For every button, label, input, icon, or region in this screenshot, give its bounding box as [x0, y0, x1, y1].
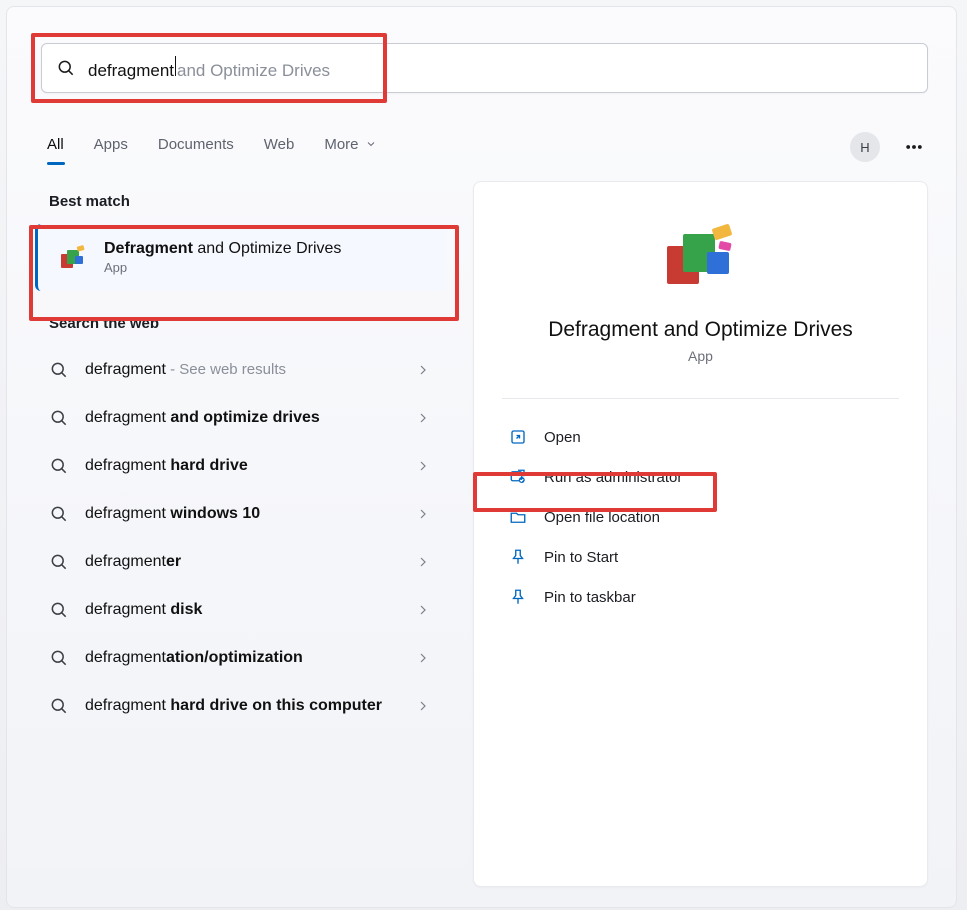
search-icon	[49, 504, 69, 524]
action-label: Pin to taskbar	[544, 589, 636, 606]
best-match-result[interactable]: Defragment and Optimize Drives App	[35, 224, 447, 291]
ellipsis-icon	[904, 137, 924, 157]
filter-tab-more[interactable]: More	[324, 136, 376, 159]
best-match-title: Defragment and Optimize Drives	[104, 240, 341, 258]
filter-tab-all[interactable]: All	[47, 136, 64, 159]
web-result-item[interactable]: defragment windows 10	[31, 490, 449, 538]
web-result-label: defragment - See web results	[85, 361, 399, 379]
filter-tab-apps[interactable]: Apps	[94, 136, 128, 159]
search-ghost-text: and Optimize Drives	[177, 61, 330, 81]
action-list: Open Run as administrator Open file loca…	[502, 417, 899, 617]
app-icon	[56, 241, 90, 275]
filter-tab-web[interactable]: Web	[264, 136, 295, 159]
search-flyout: defragment and Optimize Drives All Apps …	[6, 6, 957, 908]
best-match-title-rest: and Optimize Drives	[193, 240, 342, 257]
action-pin-start[interactable]: Pin to Start	[502, 537, 899, 577]
folder-icon	[508, 507, 528, 527]
defrag-app-icon	[57, 242, 89, 274]
pin-icon	[508, 547, 528, 567]
web-result-item[interactable]: defragment - See web results	[31, 346, 449, 394]
best-match-heading: Best match	[49, 193, 449, 210]
filter-tab-label: Apps	[94, 136, 128, 153]
web-result-label: defragment disk	[85, 601, 399, 619]
chevron-right-icon	[415, 458, 431, 474]
web-result-item[interactable]: defragment disk	[31, 586, 449, 634]
filter-tabs: All Apps Documents Web More	[47, 136, 377, 159]
divider	[502, 398, 899, 399]
search-icon	[49, 456, 69, 476]
action-label: Pin to Start	[544, 549, 618, 566]
header-right: H	[850, 132, 928, 162]
filter-tab-label: More	[324, 136, 358, 153]
chevron-right-icon	[415, 410, 431, 426]
search-icon	[49, 648, 69, 668]
chevron-right-icon	[415, 602, 431, 618]
search-bar-container: defragment and Optimize Drives	[41, 43, 928, 93]
results-column: Best match Defragment and Optimize Drive…	[31, 181, 449, 887]
detail-app-icon	[502, 220, 899, 292]
web-result-item[interactable]: defragment hard drive	[31, 442, 449, 490]
action-open-location[interactable]: Open file location	[502, 497, 899, 537]
avatar-initial: H	[860, 140, 869, 155]
chevron-right-icon	[415, 506, 431, 522]
web-result-label: defragment windows 10	[85, 505, 399, 523]
action-run-admin[interactable]: Run as administrator	[502, 457, 899, 497]
search-icon	[49, 408, 69, 428]
best-match-subtitle: App	[104, 260, 341, 275]
user-avatar[interactable]: H	[850, 132, 880, 162]
detail-subtitle: App	[502, 348, 899, 364]
search-typed-text: defragment	[88, 61, 174, 81]
filter-tab-label: All	[47, 136, 64, 153]
action-pin-taskbar[interactable]: Pin to taskbar	[502, 577, 899, 617]
action-label: Open file location	[544, 509, 660, 526]
web-result-label: defragment hard drive on this computer	[85, 697, 399, 715]
filter-tab-label: Web	[264, 136, 295, 153]
filter-tabs-row: All Apps Documents Web More H	[47, 127, 928, 167]
pin-icon	[508, 587, 528, 607]
text-caret	[175, 56, 176, 76]
web-result-item[interactable]: defragment and optimize drives	[31, 394, 449, 442]
search-icon	[49, 600, 69, 620]
search-web-heading: Search the web	[49, 315, 449, 332]
web-results-list: defragment - See web results defragment a…	[31, 346, 449, 730]
search-icon	[49, 552, 69, 572]
web-result-label: defragmentation/optimization	[85, 649, 399, 667]
open-icon	[508, 427, 528, 447]
chevron-right-icon	[415, 362, 431, 378]
best-match-title-bold: Defragment	[104, 240, 193, 257]
admin-icon	[508, 467, 528, 487]
web-result-item[interactable]: defragmentation/optimization	[31, 634, 449, 682]
web-result-item[interactable]: defragmenter	[31, 538, 449, 586]
web-result-label: defragment hard drive	[85, 457, 399, 475]
web-result-label: defragmenter	[85, 553, 399, 571]
web-result-item[interactable]: defragment hard drive on this computer	[31, 682, 449, 730]
search-icon	[49, 696, 69, 716]
search-icon	[49, 360, 69, 380]
chevron-right-icon	[415, 554, 431, 570]
filter-tab-label: Documents	[158, 136, 234, 153]
action-label: Open	[544, 429, 581, 446]
action-label: Run as administrator	[544, 469, 682, 486]
detail-title: Defragment and Optimize Drives	[502, 318, 899, 342]
detail-pane: Defragment and Optimize Drives App Open …	[473, 181, 928, 887]
action-open[interactable]: Open	[502, 417, 899, 457]
search-input[interactable]: defragment and Optimize Drives	[41, 43, 928, 93]
content-area: Best match Defragment and Optimize Drive…	[31, 181, 928, 887]
defrag-app-icon-large	[659, 220, 743, 292]
chevron-down-icon	[365, 138, 377, 150]
more-options-button[interactable]	[900, 133, 928, 161]
search-text: defragment and Optimize Drives	[88, 56, 330, 81]
filter-tab-documents[interactable]: Documents	[158, 136, 234, 159]
web-result-label: defragment and optimize drives	[85, 409, 399, 427]
chevron-right-icon	[415, 650, 431, 666]
best-match-text: Defragment and Optimize Drives App	[104, 240, 341, 275]
search-icon	[56, 58, 76, 78]
chevron-right-icon	[415, 698, 431, 714]
